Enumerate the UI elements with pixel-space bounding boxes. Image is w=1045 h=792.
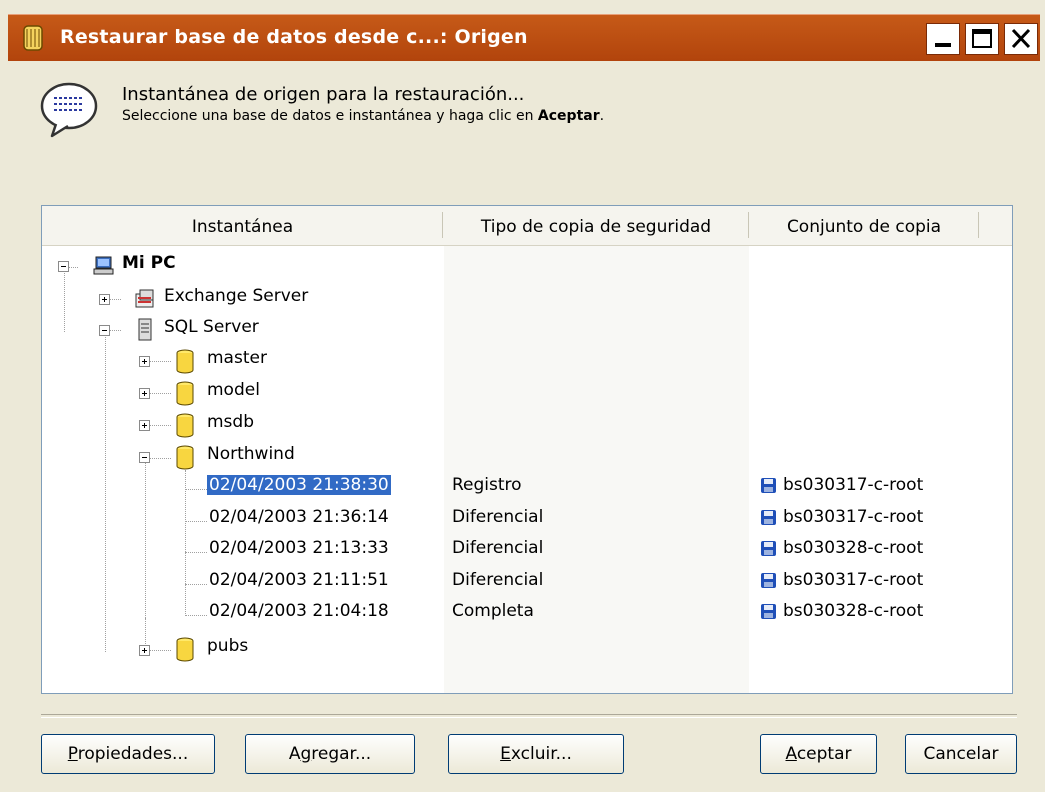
database-icon xyxy=(176,637,194,662)
properties-button[interactable]: Propiedades... xyxy=(41,734,215,774)
mnemonic: g xyxy=(300,744,312,764)
maximize-button[interactable] xyxy=(965,23,999,55)
column-header-label: Instantánea xyxy=(191,217,294,237)
tree-line xyxy=(185,470,186,616)
floppy-disk-icon xyxy=(761,572,776,588)
add-button[interactable]: Agregar... xyxy=(245,734,415,774)
mnemonic: P xyxy=(67,744,78,764)
computer-icon xyxy=(93,256,114,275)
snapshot-item[interactable]: 02/04/2003 21:04:18 xyxy=(209,601,389,621)
tree-line xyxy=(185,615,207,616)
backup-set-label: bs030317-c-root xyxy=(783,570,924,590)
backup-set: bs030328-c-root xyxy=(760,538,923,558)
button-label: regar... xyxy=(311,744,372,764)
mnemonic: E xyxy=(500,744,511,764)
column-header-label: Tipo de copia de seguridad xyxy=(480,217,712,237)
floppy-disk-icon xyxy=(761,603,776,619)
tree-line xyxy=(185,584,207,585)
column-header-label: Conjunto de copia xyxy=(786,217,942,237)
tree-line xyxy=(105,333,106,652)
tree-line xyxy=(185,489,207,490)
tree-node-database[interactable]: pubs xyxy=(207,636,248,656)
cancel-button[interactable]: Cancelar xyxy=(905,734,1017,774)
expand-toggle[interactable] xyxy=(139,356,150,367)
server-icon xyxy=(138,318,152,341)
minimize-button[interactable] xyxy=(926,23,960,55)
tree-line xyxy=(185,521,207,522)
button-label: ceptar xyxy=(796,744,852,764)
database-app-icon xyxy=(23,25,43,51)
header-title: Instantánea de origen para la restauraci… xyxy=(122,84,525,105)
database-icon xyxy=(176,445,194,470)
backup-type: Diferencial xyxy=(452,570,544,590)
backup-set-label: bs030328-c-root xyxy=(783,538,924,558)
tree-node-sql-server[interactable]: SQL Server xyxy=(164,317,259,337)
database-icon xyxy=(176,349,194,374)
snapshot-tree-list[interactable]: Instantánea Tipo de copia de seguridad C… xyxy=(41,205,1013,694)
floppy-disk-icon xyxy=(761,540,776,556)
tree-node-exchange-server[interactable]: Exchange Server xyxy=(164,286,308,306)
database-icon xyxy=(176,381,194,406)
tree-line xyxy=(64,268,65,332)
backup-set: bs030317-c-root xyxy=(760,507,923,527)
exchange-server-icon xyxy=(135,289,154,308)
column-header-backup-set[interactable]: Conjunto de copia xyxy=(749,206,979,246)
minimize-icon xyxy=(935,43,951,47)
button-label: ropiedades... xyxy=(77,744,189,764)
window-title: Restaurar base de datos desde c...: Orig… xyxy=(60,26,528,48)
header-subtitle: Seleccione una base de datos e instantán… xyxy=(122,108,604,124)
column-header-backup-type[interactable]: Tipo de copia de seguridad xyxy=(443,206,749,246)
button-divider xyxy=(41,714,1017,718)
backup-set: bs030317-c-root xyxy=(760,570,923,590)
backup-type: Registro xyxy=(452,475,522,495)
button-label: xcluir... xyxy=(510,744,572,764)
database-icon xyxy=(176,413,194,438)
tree-node-database[interactable]: msdb xyxy=(207,412,254,432)
speech-bubble-icon xyxy=(40,82,98,138)
column-header-snapshot[interactable]: Instantánea xyxy=(42,206,443,246)
backup-type: Diferencial xyxy=(452,507,544,527)
button-label-pre: A xyxy=(288,744,301,764)
expand-toggle[interactable] xyxy=(139,420,150,431)
expand-toggle[interactable] xyxy=(99,294,110,305)
mnemonic: A xyxy=(785,744,797,764)
collapse-toggle[interactable] xyxy=(139,452,150,463)
tree-node-database[interactable]: Northwind xyxy=(207,444,295,464)
column-shade xyxy=(444,246,749,693)
backup-type: Completa xyxy=(452,601,534,621)
maximize-icon xyxy=(972,29,992,48)
backup-set: bs030317-c-root xyxy=(760,475,923,495)
backup-set-label: bs030317-c-root xyxy=(783,507,924,527)
expand-toggle[interactable] xyxy=(139,645,150,656)
snapshot-item[interactable]: 02/04/2003 21:11:51 xyxy=(209,570,389,590)
tree-line xyxy=(145,458,146,618)
header-subtitle-bold: Aceptar xyxy=(537,108,600,124)
close-button[interactable] xyxy=(1004,23,1038,55)
tree-line xyxy=(185,552,207,553)
tree-node-database[interactable]: master xyxy=(207,348,267,368)
floppy-disk-icon xyxy=(761,477,776,493)
header-subtitle-prefix: Seleccione una base de datos e instantán… xyxy=(122,108,538,124)
backup-set-label: bs030328-c-root xyxy=(783,601,924,621)
tree-node-my-pc[interactable]: Mi PC xyxy=(122,253,176,273)
backup-type: Diferencial xyxy=(452,538,544,558)
exclude-button[interactable]: Excluir... xyxy=(448,734,624,774)
tree-node-database[interactable]: model xyxy=(207,380,260,400)
close-icon xyxy=(1011,28,1031,49)
collapse-toggle[interactable] xyxy=(99,325,110,336)
snapshot-item[interactable]: 02/04/2003 21:13:33 xyxy=(209,538,389,558)
expand-toggle[interactable] xyxy=(139,388,150,399)
column-header-empty xyxy=(979,206,1012,246)
snapshot-item[interactable]: 02/04/2003 21:36:14 xyxy=(209,507,389,527)
collapse-toggle[interactable] xyxy=(58,261,69,272)
backup-set: bs030328-c-root xyxy=(760,601,923,621)
backup-set-label: bs030317-c-root xyxy=(783,475,924,495)
floppy-disk-icon xyxy=(761,509,776,525)
header-subtitle-suffix: . xyxy=(599,108,605,124)
snapshot-item-selected[interactable]: 02/04/2003 21:38:30 xyxy=(207,475,391,495)
accept-button[interactable]: Aceptar xyxy=(760,734,877,774)
title-bar[interactable]: Restaurar base de datos desde c...: Orig… xyxy=(8,14,1040,61)
